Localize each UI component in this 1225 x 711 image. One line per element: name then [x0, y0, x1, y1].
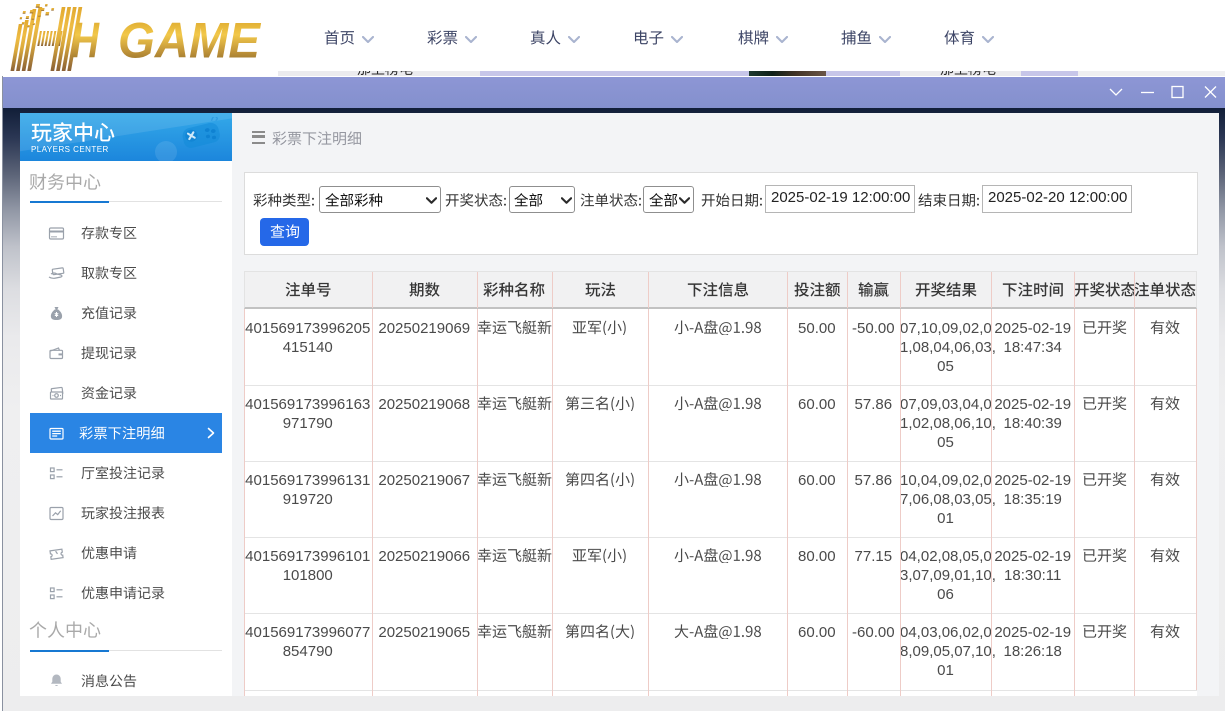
svg-text:H: H	[71, 13, 100, 69]
svg-text:GAME: GAME	[118, 13, 262, 69]
